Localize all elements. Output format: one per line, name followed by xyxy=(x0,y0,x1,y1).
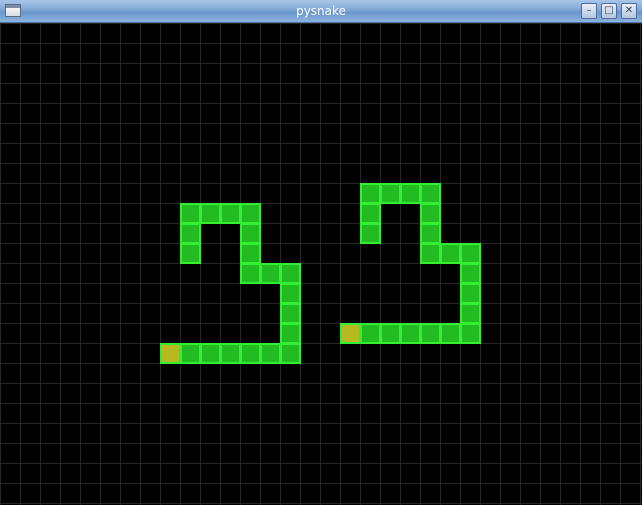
snake-segment xyxy=(220,203,241,224)
snake-segment xyxy=(400,323,421,344)
snake-segment xyxy=(180,223,201,244)
snake-segment xyxy=(360,203,381,224)
snake-segment xyxy=(280,303,301,324)
snake-segment xyxy=(420,183,441,204)
snake-segment xyxy=(420,203,441,224)
snake-segment xyxy=(420,223,441,244)
snake-segment xyxy=(240,243,261,264)
title-bar[interactable]: pysnake – □ ✕ xyxy=(0,0,642,23)
snake-segment xyxy=(180,243,201,264)
snake-segment xyxy=(420,323,441,344)
snake-segment xyxy=(460,283,481,304)
maximize-button[interactable]: □ xyxy=(601,3,617,19)
snake-segment xyxy=(280,323,301,344)
snake-segment xyxy=(200,203,221,224)
game-canvas[interactable] xyxy=(0,23,642,505)
snake-segment xyxy=(200,343,221,364)
snake-head xyxy=(160,343,181,364)
snake-segment xyxy=(400,183,421,204)
snake-segment xyxy=(280,283,301,304)
snake-segment xyxy=(380,323,401,344)
snake-segment xyxy=(220,343,241,364)
snake-segment xyxy=(460,323,481,344)
snake-segment xyxy=(380,183,401,204)
snake-segment xyxy=(240,263,261,284)
snake-segment xyxy=(460,243,481,264)
snake-segment xyxy=(260,263,281,284)
minimize-button[interactable]: – xyxy=(581,3,597,19)
snake-segment xyxy=(420,243,441,264)
snake-segment xyxy=(360,323,381,344)
snake-segment xyxy=(240,343,261,364)
snake-segment xyxy=(360,183,381,204)
snake-segment xyxy=(360,223,381,244)
snake-segment xyxy=(460,263,481,284)
game-board[interactable] xyxy=(0,23,642,505)
snake-segment xyxy=(440,323,461,344)
snake-segment xyxy=(280,343,301,364)
snake-segment xyxy=(240,223,261,244)
close-button[interactable]: ✕ xyxy=(621,3,637,19)
snake-segment xyxy=(280,263,301,284)
pysnake-window: pysnake – □ ✕ xyxy=(0,0,642,505)
snake-segment xyxy=(460,303,481,324)
snake-segment xyxy=(180,343,201,364)
snake-segment xyxy=(240,203,261,224)
snake-head xyxy=(340,323,361,344)
snake-segment xyxy=(180,203,201,224)
snake-segment xyxy=(260,343,281,364)
window-title: pysnake xyxy=(296,4,346,18)
snake-segment xyxy=(440,243,461,264)
